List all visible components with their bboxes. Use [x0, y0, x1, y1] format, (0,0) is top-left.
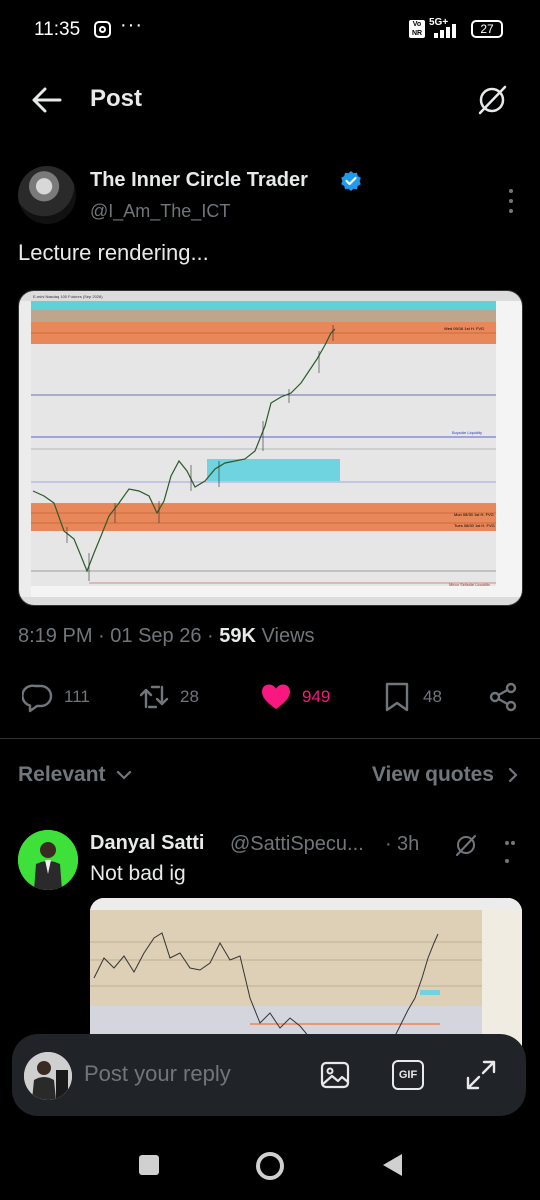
home-icon[interactable]	[254, 1150, 286, 1182]
system-nav-bar	[0, 1130, 540, 1200]
like-button[interactable]: 949	[260, 675, 330, 719]
post-date: 01 Sep 26	[110, 625, 202, 647]
reply-chart	[90, 898, 522, 1048]
image-icon[interactable]	[318, 1058, 352, 1092]
trading-chart: E-mini Nasdaq 100 Futures (Sep 2026) Wed…	[19, 291, 522, 605]
meta-separator: ·	[98, 625, 105, 647]
gif-button[interactable]: GIF	[392, 1060, 424, 1090]
page-title: Post	[90, 85, 143, 112]
share-icon	[489, 682, 517, 712]
like-count: 949	[302, 687, 331, 706]
chevron-right-icon	[508, 767, 518, 783]
chart-instrument-label: E-mini Nasdaq 100 Futures (Sep 2026)	[33, 294, 103, 299]
views-label: Views	[261, 625, 315, 647]
reply-composer: GIF	[12, 1034, 526, 1116]
repost-count: 28	[180, 687, 199, 706]
author-handle[interactable]: @I_Am_The_ICT	[90, 201, 230, 222]
post-image[interactable]: E-mini Nasdaq 100 Futures (Sep 2026) Wed…	[18, 290, 523, 606]
status-time: 11:35	[34, 19, 81, 40]
repost-icon	[139, 685, 169, 709]
sort-relevant-button[interactable]: Relevant	[18, 763, 132, 787]
reply-more-icon[interactable]	[504, 832, 518, 863]
gif-label: GIF	[398, 1069, 418, 1081]
battery-icon: 27	[471, 20, 503, 38]
views-count: 59K	[219, 625, 256, 647]
post-text: Lecture rendering...	[18, 240, 209, 265]
grok-icon[interactable]	[453, 832, 479, 858]
post-meta: 8:19 PM · 01 Sep 26 · 59K Views	[18, 625, 315, 648]
view-quotes-label: View quotes	[371, 763, 494, 786]
recent-apps-icon[interactable]	[138, 1154, 160, 1176]
signal-icon	[434, 24, 456, 38]
verified-badge-icon	[341, 171, 361, 191]
reply-icon	[22, 684, 53, 713]
chart-mid-fvg-label: Mon 08/30 1st H. FVG	[454, 512, 494, 517]
share-button[interactable]	[487, 675, 519, 719]
instagram-notification-icon	[94, 21, 111, 38]
reply-text: Not bad ig	[90, 862, 186, 885]
reply-input[interactable]	[84, 1061, 304, 1087]
reply-count: 111	[64, 687, 90, 706]
reply-button[interactable]: 111	[22, 675, 90, 719]
chart-top-fvg-label: Wed 09/16 1st H. FVG	[444, 326, 484, 331]
status-bar: 11:35 ··· Vo NR 5G+ 27	[0, 0, 540, 60]
heart-filled-icon	[262, 684, 290, 709]
replies-sort-row: Relevant View quotes	[0, 755, 540, 799]
reply-image[interactable]	[90, 898, 522, 1048]
user-avatar[interactable]	[24, 1052, 72, 1100]
expand-icon[interactable]	[464, 1058, 498, 1092]
chart-low-fvg-label: Tues 08/30 1st H. FVG	[454, 523, 495, 528]
reply-author-name[interactable]: Danyal Satti	[90, 832, 204, 855]
volte-icon: Vo NR	[409, 20, 425, 38]
reply-separator: ·	[385, 833, 392, 855]
post-actions: 111 28 949 48	[0, 675, 540, 719]
author-avatar[interactable]	[18, 166, 76, 224]
post-time: 8:19 PM	[18, 625, 93, 647]
divider	[0, 738, 540, 739]
view-quotes-button[interactable]: View quotes	[372, 763, 518, 787]
grok-icon[interactable]	[474, 82, 510, 118]
reply-avatar[interactable]	[18, 830, 78, 890]
bookmark-icon	[385, 682, 409, 712]
back-arrow-icon[interactable]	[30, 85, 64, 115]
sort-label: Relevant	[18, 763, 106, 786]
reply-author-handle[interactable]: @SattiSpecu...	[230, 833, 364, 856]
repost-button[interactable]: 28	[138, 675, 199, 719]
back-nav-icon[interactable]	[380, 1152, 404, 1178]
bookmark-count: 48	[423, 687, 442, 706]
chevron-down-icon	[116, 770, 131, 780]
post-more-icon[interactable]	[504, 183, 518, 227]
bookmark-button[interactable]: 48	[381, 675, 442, 719]
chart-buyside-label: Buyside Liquidity	[452, 430, 482, 435]
reply-time: 3h	[397, 833, 420, 855]
meta-separator: ·	[207, 625, 214, 647]
post-header: Post	[0, 70, 540, 130]
author-name[interactable]: The Inner Circle Trader	[90, 169, 308, 192]
more-notifications-icon: ···	[120, 14, 143, 36]
